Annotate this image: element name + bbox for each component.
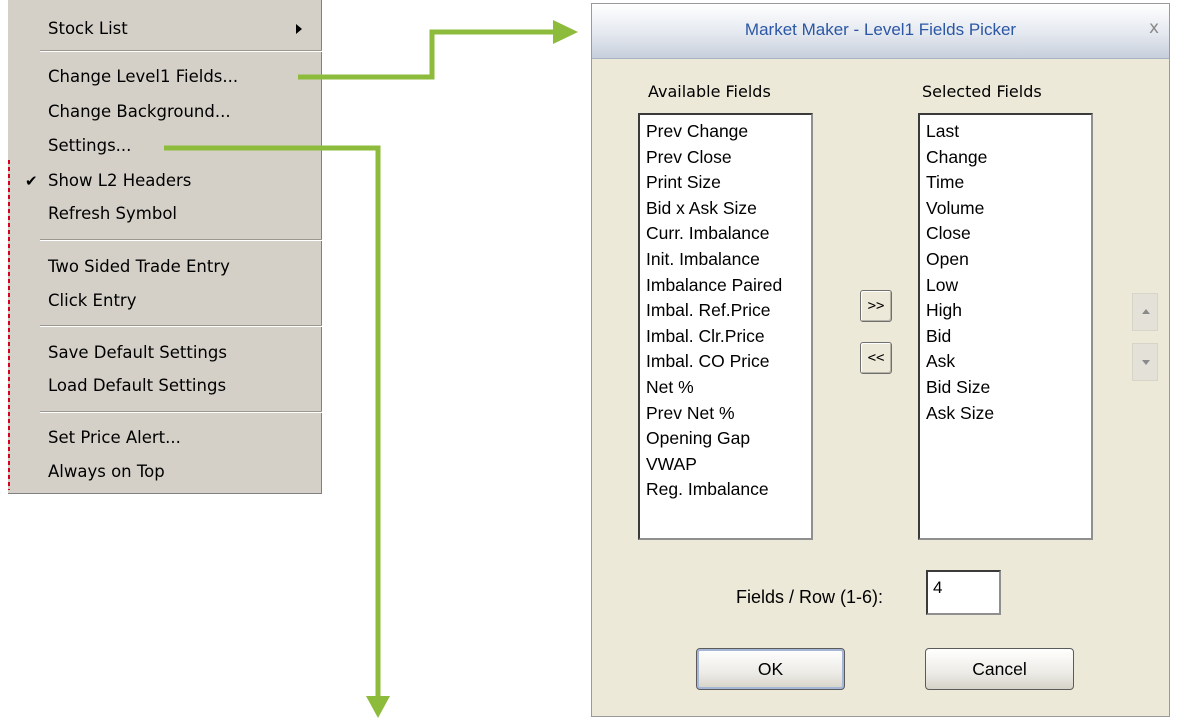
arrow-down-icon — [1142, 360, 1150, 365]
arrowhead-down-icon — [366, 696, 390, 718]
available-fields-label: Available Fields — [648, 82, 771, 101]
selected-list-item[interactable]: Open — [926, 247, 1085, 273]
available-list-item[interactable]: Init. Imbalance — [646, 247, 805, 273]
move-down-button[interactable] — [1132, 343, 1158, 381]
available-list-item[interactable]: Prev Change — [646, 119, 805, 145]
selected-list-item[interactable]: Volume — [926, 196, 1085, 222]
selected-list-item[interactable]: Bid Size — [926, 375, 1085, 401]
selected-fields-label: Selected Fields — [922, 82, 1042, 101]
selected-list-item[interactable]: Time — [926, 170, 1085, 196]
close-icon[interactable]: x — [1149, 18, 1159, 38]
selected-list-item[interactable]: Bid — [926, 324, 1085, 350]
selected-list-item[interactable]: Low — [926, 273, 1085, 299]
available-list-item[interactable]: Reg. Imbalance — [646, 477, 805, 503]
available-list-item[interactable]: Prev Net % — [646, 401, 805, 427]
selected-list-item[interactable]: Close — [926, 221, 1085, 247]
available-list-item[interactable]: Net % — [646, 375, 805, 401]
arrowhead-right-icon — [553, 20, 578, 44]
fields-picker-dialog: Market Maker - Level1 Fields Picker x Av… — [591, 3, 1170, 717]
available-list-item[interactable]: Bid x Ask Size — [646, 196, 805, 222]
available-list-item[interactable]: Prev Close — [646, 145, 805, 171]
selected-list-item[interactable]: Last — [926, 119, 1085, 145]
add-field-button[interactable]: >> — [860, 290, 892, 322]
available-list-item[interactable]: Imbalance Paired — [646, 273, 805, 299]
remove-field-button[interactable]: << — [860, 342, 892, 374]
arrow-down — [164, 145, 381, 698]
arrow-up-icon — [1142, 309, 1150, 314]
selected-list-item[interactable]: Change — [926, 145, 1085, 171]
available-list-item[interactable]: Imbal. Ref.Price — [646, 298, 805, 324]
move-up-button[interactable] — [1132, 293, 1158, 331]
selected-list-item[interactable]: Ask Size — [926, 401, 1085, 427]
selected-list-item[interactable]: High — [926, 298, 1085, 324]
available-list-item[interactable]: Imbal. Clr.Price — [646, 324, 805, 350]
arrow-to-dialog — [298, 29, 555, 80]
dialog-title: Market Maker - Level1 Fields Picker — [744, 20, 1017, 39]
dialog-titlebar[interactable]: Market Maker - Level1 Fields Picker x — [592, 4, 1169, 59]
available-list-item[interactable]: Curr. Imbalance — [646, 221, 805, 247]
selected-list-item[interactable]: Ask — [926, 349, 1085, 375]
cancel-button[interactable]: Cancel — [925, 648, 1074, 690]
available-list-item[interactable]: Opening Gap — [646, 426, 805, 452]
selected-fields-list[interactable]: Last Change Time Volume Close Open Low High Bid A… — [918, 113, 1093, 540]
ok-button[interactable]: OK — [696, 648, 845, 690]
available-list-item[interactable]: Print Size — [646, 170, 805, 196]
available-fields-list[interactable]: Prev Change Prev Close Print Size Bid x Ask… — [638, 113, 813, 540]
available-list-item[interactable]: VWAP — [646, 452, 805, 478]
fields-per-row-input[interactable]: 4 — [926, 570, 1001, 615]
available-list-item[interactable]: Imbal. CO Price — [646, 349, 805, 375]
fields-per-row-label: Fields / Row (1-6): — [736, 587, 884, 607]
